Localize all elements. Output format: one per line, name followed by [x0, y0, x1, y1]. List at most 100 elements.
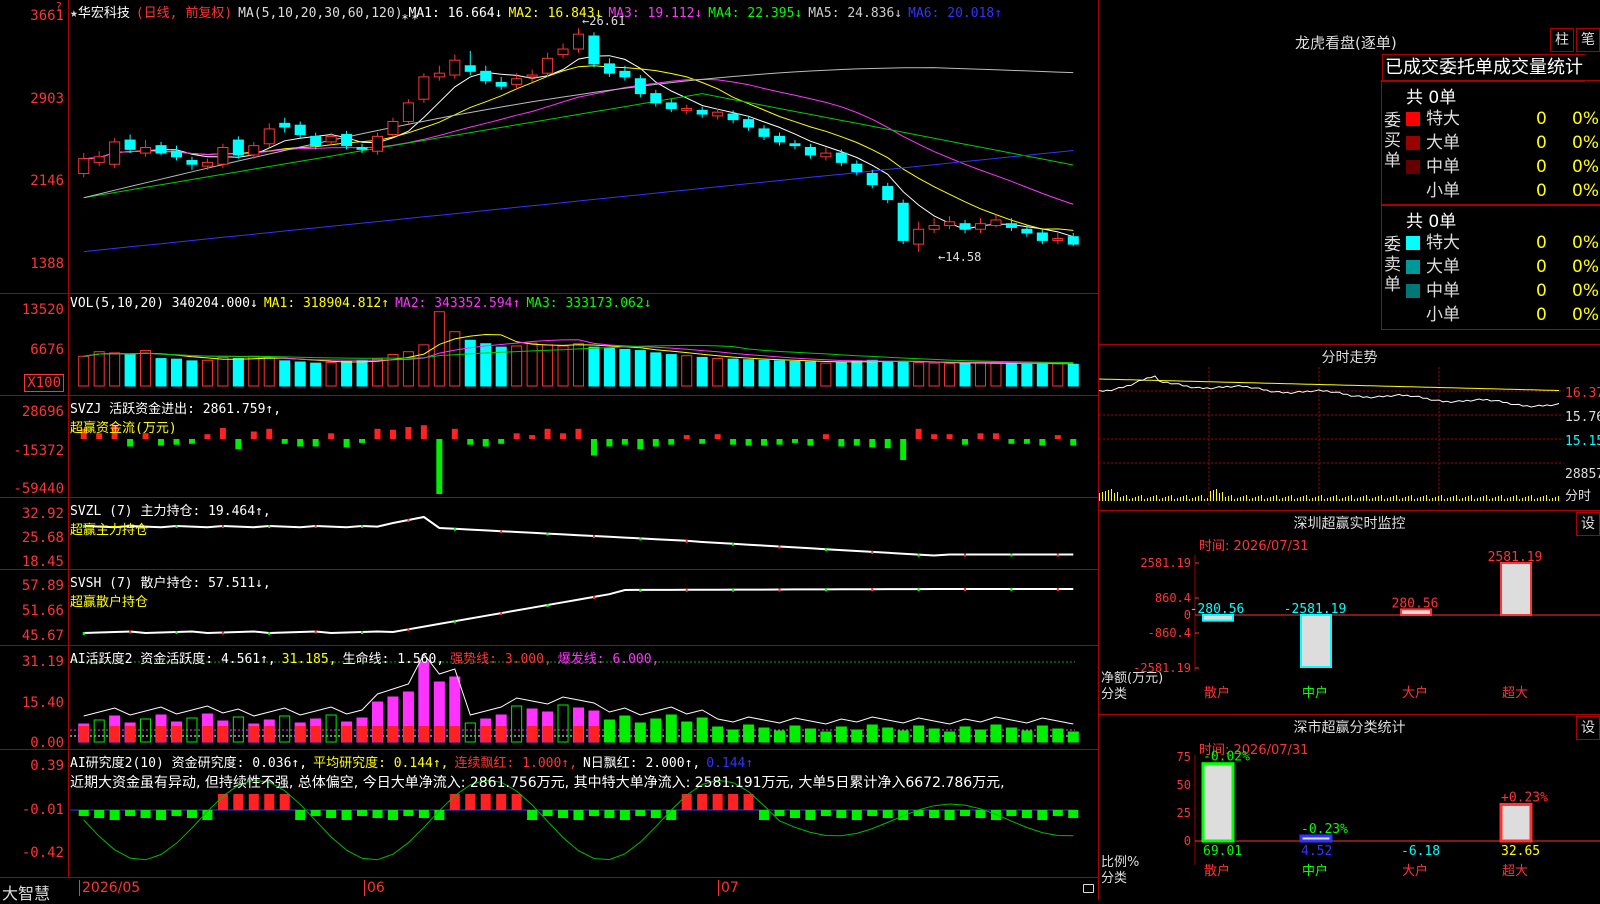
buy-order-name: 大单 — [1426, 133, 1460, 153]
bar-view-button[interactable]: 柱 — [1550, 28, 1574, 52]
volume-bar — [186, 360, 198, 387]
svzj-axis: 28696 -15372 -59440 — [0, 396, 69, 498]
intraday-panel[interactable]: 分时走势 16.37 15.76 15.15 28857 分时 — [1099, 344, 1600, 511]
intraday-volume-bar — [1174, 499, 1175, 501]
holding-tick — [453, 527, 456, 531]
sz-monitor-panel[interactable]: 深圳超赢实时监控 设 时间: 2026/07/31 2581.19 860.4 0-… — [1099, 510, 1600, 715]
sz-class-panel[interactable]: 深市超赢分类统计 设 时间: 2026/07/31 75 50 25 0 -0.02% 6… — [1099, 714, 1600, 901]
star-icon[interactable]: ★ — [70, 6, 78, 21]
activity-core-bar — [542, 726, 553, 742]
intraday-volume-bar — [1447, 498, 1448, 501]
sell-order-count: 0 — [1536, 257, 1547, 277]
research-bar — [186, 810, 197, 818]
ai-research-pane[interactable]: 0.39 -0.01 -0.42 AI研究度2(10) 资金研究度: 0.036… — [0, 749, 1098, 878]
intraday-volume-bar — [1141, 495, 1142, 501]
intraday-volume-bar — [1240, 497, 1241, 501]
volume-bar — [634, 350, 646, 387]
volume-pane[interactable]: 13520 6676 X100 VOL(5,10,20) 340204.000↓… — [0, 293, 1098, 396]
ai-active-header-item: 强势线: 3.000, — [450, 652, 552, 667]
intraday-volume-bar — [1369, 499, 1370, 501]
volume-bar — [201, 359, 213, 387]
intraday-volume-bar — [1339, 499, 1340, 501]
ma-line — [83, 55, 1074, 238]
price-axis: 3661 2903 2146 1388 — [0, 0, 69, 293]
buy-order-count: 0 — [1536, 157, 1547, 177]
ai-research-comment: 近期大资金虽有异动, 但持续性不强, 总体偏空, 今日大单净流入: 2861.7… — [70, 775, 1005, 791]
ai-active-axis-label: 15.40 — [21, 695, 64, 711]
money-flow-bar — [791, 439, 798, 443]
sell-order-color-swatch — [1406, 236, 1420, 250]
intraday-volume-bar — [1135, 497, 1136, 501]
research-bar — [233, 794, 244, 810]
period-label[interactable]: (日线, 前复权) — [136, 6, 232, 21]
intraday-volume-bar — [1555, 497, 1556, 501]
volume-bar — [217, 356, 229, 387]
money-flow-bar — [1008, 439, 1015, 444]
volume-bar — [294, 361, 306, 387]
candle-body — [449, 59, 461, 76]
money-flow-bar — [451, 428, 458, 439]
intraday-volume-bar — [1231, 495, 1232, 501]
activity-bar — [897, 730, 909, 743]
sz-monitor-chart[interactable]: 2581.19860.40-860.4-2581.19-280.56散户-258… — [1099, 511, 1600, 715]
kline-pane[interactable]: 3661 2903 2146 1388 ? ★华宏科技 (日线, 前复权) MA(5… — [0, 0, 1098, 293]
sz-class-chart[interactable]: 75 50 25 0 -0.02% 69.01 散户 -0.23% 4.52 中户 -6.18 大户 +… — [1099, 715, 1600, 901]
activity-bar — [325, 714, 337, 743]
intraday-volume-bar — [1237, 498, 1238, 501]
money-flow-bar — [637, 439, 644, 450]
research-bar — [1006, 810, 1017, 816]
intraday-volume-bar — [1102, 492, 1103, 501]
money-flow-bar — [884, 439, 891, 449]
intraday-volume-bar — [1417, 498, 1418, 501]
svsh-pane[interactable]: 57.89 51.66 45.67 SVSH (7) 散户持仓: 57.511↓… — [0, 569, 1098, 646]
buy-order-color-swatch — [1406, 160, 1420, 174]
candle-body — [93, 156, 105, 163]
svzl-header: SVZL (7) 主力持仓: 19.464↑, 超赢主力持仓 — [70, 500, 271, 538]
intraday-volume-bar — [1285, 497, 1286, 501]
volume-bar — [804, 361, 816, 387]
tick-view-button[interactable]: 笔 — [1576, 28, 1600, 52]
intraday-volume-bar — [1495, 497, 1496, 501]
activity-bar — [634, 722, 646, 743]
date-tick: 07 — [718, 880, 739, 896]
activity-bar — [1036, 725, 1048, 743]
intraday-title: 分时走势 — [1321, 350, 1378, 366]
candle-body — [897, 202, 909, 241]
intraday-volume-bar — [1477, 498, 1478, 501]
intraday-chart[interactable] — [1099, 367, 1564, 507]
holding-tick — [453, 620, 456, 624]
research-bar — [851, 810, 862, 820]
volume-unit-button[interactable]: X100 — [24, 374, 64, 392]
activity-core-bar — [496, 726, 507, 742]
intraday-volume-bar — [1327, 498, 1328, 501]
candle-body — [650, 93, 662, 104]
lhb-tab-header[interactable]: 已成交委托单成交量统计 — [1382, 54, 1585, 82]
lock-icon[interactable] — [1083, 884, 1094, 893]
candle-body — [201, 161, 213, 167]
ai-active-pane[interactable]: 31.19 15.40 0.00 AI活跃度2 资金活跃度: 4.561↑, 31… — [0, 645, 1098, 751]
activity-bar — [712, 726, 724, 743]
money-flow-bar — [730, 439, 737, 445]
activity-bar — [279, 715, 291, 743]
ai-active-axis-label: 31.19 — [21, 654, 64, 670]
corner-help-icon[interactable]: ? — [56, 0, 62, 13]
svzl-pane[interactable]: 32.92 25.68 18.45 SVZL (7) 主力持仓: 19.464↑… — [0, 497, 1098, 570]
buy-total: 共 0单 — [1406, 88, 1457, 108]
date-axis-bar[interactable]: 大智慧 2026/05 06 07 — [0, 877, 1098, 903]
buy-order-row: 小单 0 0% — [1406, 179, 1600, 203]
buy-order-count: 0 — [1536, 109, 1547, 129]
ma-line — [83, 65, 1074, 231]
activity-bar — [820, 731, 832, 743]
ma-line — [83, 67, 1074, 199]
volume-bar — [835, 361, 847, 387]
intraday-volume-bar — [1258, 496, 1259, 501]
svzj-pane[interactable]: 28696 -15372 -59440 SVZJ 活跃资金进出: 2861.75… — [0, 395, 1098, 498]
intraday-volume-bar — [1270, 497, 1271, 501]
intraday-volume-bar — [1312, 498, 1313, 501]
candle-body — [866, 173, 878, 186]
research-bar — [511, 794, 522, 810]
research-bar — [604, 810, 615, 818]
candle-body — [232, 139, 244, 156]
svsh-title: SVSH (7) 散户持仓: 57.511↓, — [70, 576, 271, 591]
candle-body — [681, 107, 693, 111]
